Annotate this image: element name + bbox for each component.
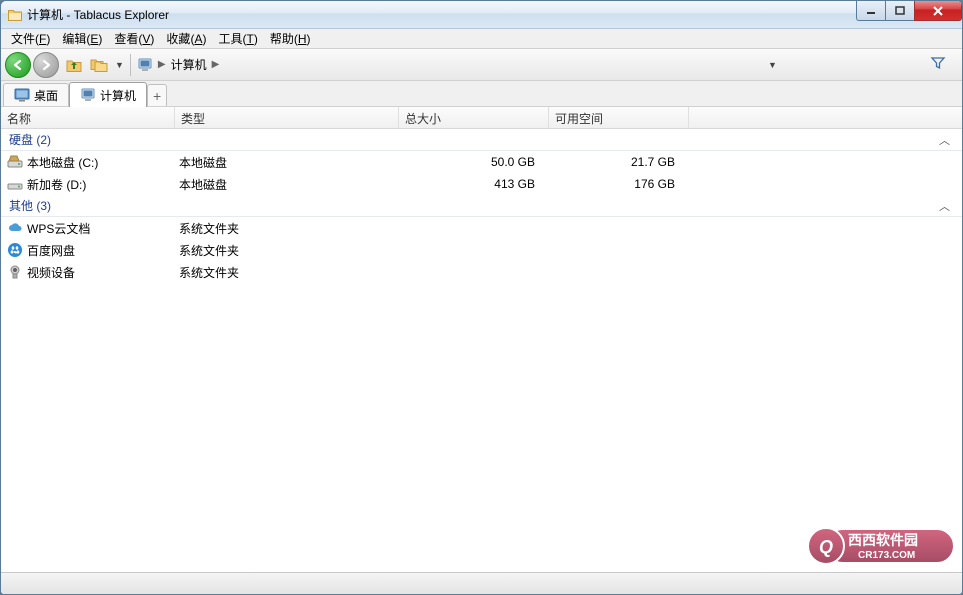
desktop-icon <box>14 87 30 103</box>
list-item[interactable]: WPS云文档 系统文件夹 <box>1 217 962 239</box>
window-controls <box>857 1 962 21</box>
history-dropdown-icon[interactable]: ▼ <box>113 60 126 70</box>
item-type: 本地磁盘 <box>179 154 403 171</box>
list-item[interactable]: 本地磁盘 (C:) 本地磁盘 50.0 GB 21.7 GB <box>1 151 962 173</box>
item-name: 新加卷 (D:) <box>27 176 179 193</box>
menu-view[interactable]: 查看(V) <box>108 28 160 49</box>
close-button[interactable] <box>914 1 962 21</box>
watermark-line1: 西西软件园 <box>848 532 918 548</box>
breadcrumb-dropdown-icon[interactable]: ▼ <box>764 60 780 70</box>
item-name: 本地磁盘 (C:) <box>27 154 179 171</box>
statusbar <box>1 572 962 594</box>
tabstrip: 桌面 计算机 + <box>1 81 962 107</box>
chevron-up-icon[interactable]: ︿ <box>939 132 950 148</box>
item-total: 50.0 GB <box>403 155 553 169</box>
main-window: 计算机 - Tablacus Explorer 文件(F) 编辑(E) 查看(V… <box>0 0 963 595</box>
menu-tools[interactable]: 工具(T) <box>212 28 263 49</box>
minimize-button[interactable] <box>856 1 886 21</box>
watermark-line2: CR173.COM <box>858 550 915 561</box>
list-item[interactable]: 百度网盘 系统文件夹 <box>1 239 962 261</box>
menu-favorites[interactable]: 收藏(A) <box>160 28 212 49</box>
item-type: 系统文件夹 <box>179 242 403 259</box>
item-total: 413 GB <box>403 177 553 191</box>
baidu-icon <box>7 242 23 258</box>
list-item[interactable]: 视频设备 系统文件夹 <box>1 261 962 283</box>
group-header-other[interactable]: 其他 (3) ︿ <box>1 195 962 217</box>
folders-icon[interactable] <box>90 55 110 75</box>
tab-label: 桌面 <box>34 87 58 104</box>
menu-help[interactable]: 帮助(H) <box>264 28 317 49</box>
folder-icon <box>7 7 23 23</box>
breadcrumb-item[interactable]: 计算机 <box>169 54 209 75</box>
maximize-button[interactable] <box>885 1 915 21</box>
tab-label: 计算机 <box>100 87 136 104</box>
computer-icon <box>80 87 96 103</box>
back-button[interactable] <box>5 52 31 78</box>
chevron-up-icon[interactable]: ︿ <box>939 198 950 214</box>
camera-icon <box>7 264 23 280</box>
tab-computer[interactable]: 计算机 <box>69 82 147 107</box>
breadcrumb[interactable]: ▶ 计算机 ▶ ▼ <box>135 54 930 75</box>
menubar: 文件(F) 编辑(E) 查看(V) 收藏(A) 工具(T) 帮助(H) <box>1 29 962 49</box>
window-title: 计算机 - Tablacus Explorer <box>27 6 169 23</box>
column-header-free[interactable]: 可用空间 <box>549 107 689 128</box>
svg-text:Q: Q <box>819 537 833 557</box>
file-list: 硬盘 (2) ︿ 本地磁盘 (C:) 本地磁盘 50.0 GB 21.7 GB … <box>1 129 962 572</box>
column-header-total[interactable]: 总大小 <box>399 107 549 128</box>
filter-icon[interactable] <box>930 55 950 75</box>
item-name: WPS云文档 <box>27 220 179 237</box>
group-label: 硬盘 (2) <box>9 131 51 148</box>
titlebar[interactable]: 计算机 - Tablacus Explorer <box>1 1 962 29</box>
tab-desktop[interactable]: 桌面 <box>3 83 69 106</box>
group-header-disks[interactable]: 硬盘 (2) ︿ <box>1 129 962 151</box>
item-name: 百度网盘 <box>27 242 179 259</box>
item-type: 系统文件夹 <box>179 264 403 281</box>
toolbar: ▼ ▶ 计算机 ▶ ▼ <box>1 49 962 81</box>
new-tab-button[interactable]: + <box>147 84 167 106</box>
drive-icon <box>7 176 23 192</box>
up-folder-icon[interactable] <box>64 55 84 75</box>
toolbar-separator <box>130 54 131 76</box>
list-item[interactable]: 新加卷 (D:) 本地磁盘 413 GB 176 GB <box>1 173 962 195</box>
watermark: Q 西西软件园 CR173.COM <box>806 525 956 570</box>
menu-file[interactable]: 文件(F) <box>5 28 56 49</box>
cloud-icon <box>7 220 23 236</box>
menu-edit[interactable]: 编辑(E) <box>56 28 108 49</box>
chevron-right-icon[interactable]: ▶ <box>155 59 169 70</box>
item-type: 本地磁盘 <box>179 176 403 193</box>
item-name: 视频设备 <box>27 264 179 281</box>
group-label: 其他 (3) <box>9 197 51 214</box>
forward-button[interactable] <box>33 52 59 78</box>
column-header-name[interactable]: 名称 <box>1 107 175 128</box>
item-free: 176 GB <box>553 177 693 191</box>
drive-icon <box>7 154 23 170</box>
chevron-right-icon[interactable]: ▶ <box>209 59 223 70</box>
item-free: 21.7 GB <box>553 155 693 169</box>
column-header-type[interactable]: 类型 <box>175 107 399 128</box>
column-headers: 名称 类型 总大小 可用空间 <box>1 107 962 129</box>
computer-icon <box>137 57 153 73</box>
item-type: 系统文件夹 <box>179 220 403 237</box>
